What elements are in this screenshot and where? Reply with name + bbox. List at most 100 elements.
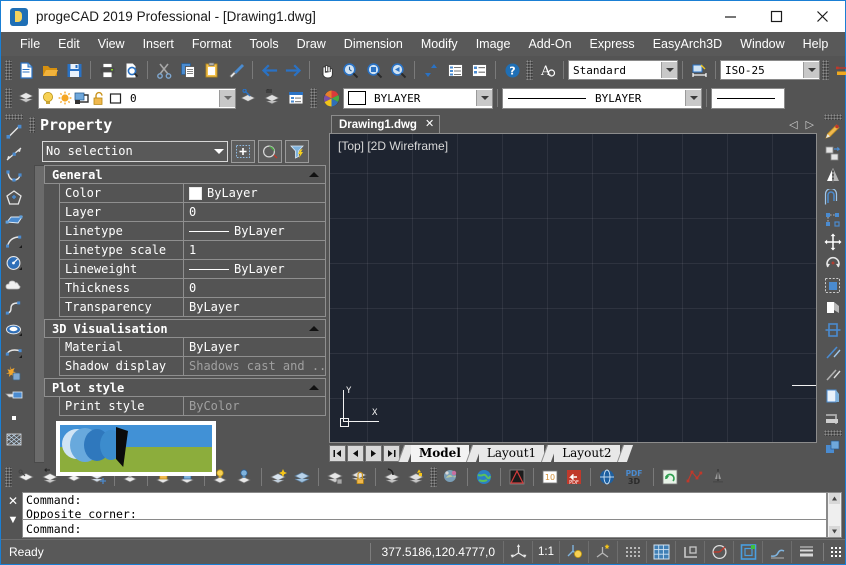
next-layout-icon[interactable] — [365, 444, 382, 462]
command-input[interactable]: Command: — [22, 520, 827, 538]
line-icon[interactable] — [3, 121, 25, 143]
sync-updown-icon[interactable] — [420, 59, 442, 81]
toolbar-grip[interactable] — [310, 88, 317, 108]
close-button[interactable] — [799, 1, 845, 32]
polygon-icon[interactable] — [3, 187, 25, 209]
make-object-layer-current-icon[interactable] — [237, 87, 259, 109]
copy-object-icon[interactable] — [822, 143, 844, 165]
toolbar-grip[interactable] — [430, 466, 437, 487]
polyline-edit-icon[interactable] — [683, 466, 705, 488]
select-objects-icon[interactable] — [258, 139, 282, 163]
zoom-previous-icon[interactable] — [387, 59, 409, 81]
menu-view[interactable]: View — [89, 34, 134, 54]
property-row-shadow-display[interactable]: Shadow display Shadows cast and ... — [59, 357, 326, 376]
hatch-icon[interactable] — [3, 429, 25, 451]
maximize-button[interactable] — [753, 1, 799, 32]
lineweight-combo[interactable] — [711, 87, 785, 109]
rotate-icon[interactable] — [822, 253, 844, 275]
color-combo[interactable]: BYLAYER — [343, 87, 493, 109]
properties-list-icon[interactable] — [444, 59, 466, 81]
help-question-icon[interactable]: ? — [501, 59, 523, 81]
menu-window[interactable]: Window — [731, 34, 793, 54]
scroll-down-icon[interactable] — [829, 526, 840, 537]
minimize-button[interactable] — [707, 1, 753, 32]
chamfer-icon[interactable] — [822, 385, 844, 407]
menu-help[interactable]: Help — [794, 34, 838, 54]
toolbar-grip[interactable] — [526, 60, 533, 80]
insert-block-icon[interactable] — [3, 363, 25, 385]
layer-unlock-icon[interactable] — [91, 91, 107, 106]
grid-icon[interactable] — [646, 541, 675, 563]
toolbar-grip[interactable] — [5, 60, 12, 80]
mirror-icon[interactable] — [822, 165, 844, 187]
array-icon[interactable] — [822, 209, 844, 231]
image-frame-icon[interactable]: 10 — [539, 466, 561, 488]
object-snap-icon[interactable] — [733, 541, 762, 563]
quick-select-icon[interactable] — [231, 139, 255, 163]
pick-filter-icon[interactable] — [285, 139, 309, 163]
lineweight-icon[interactable] — [791, 541, 820, 563]
measure-icon[interactable] — [707, 466, 729, 488]
layout-tab-model[interactable]: Model — [411, 444, 469, 462]
property-value[interactable]: ByLayer — [184, 184, 325, 202]
menu-format[interactable]: Format — [183, 34, 241, 54]
property-row-thickness[interactable]: Thickness 0 — [59, 279, 326, 298]
refresh-icon[interactable] — [659, 466, 681, 488]
undo-arrow-icon[interactable] — [258, 59, 280, 81]
point-icon[interactable] — [3, 407, 25, 429]
pdf3d-icon[interactable]: PDF 3D — [620, 466, 648, 488]
close-icon[interactable]: ✕ — [425, 119, 434, 130]
panel-grip[interactable] — [29, 117, 35, 133]
command-history[interactable]: Command: Opposite corner: — [22, 492, 827, 520]
pan-hand-icon[interactable] — [315, 59, 337, 81]
dim-style-combo[interactable]: ISO-25 — [720, 60, 820, 80]
scale-icon[interactable] — [822, 275, 844, 297]
chevron-down-icon[interactable] — [476, 90, 492, 106]
chevron-down-icon[interactable] — [685, 90, 701, 106]
match-properties-brush-icon[interactable] — [225, 59, 247, 81]
offset-icon[interactable] — [822, 187, 844, 209]
layer-match-icon[interactable] — [381, 466, 403, 488]
property-row-color[interactable]: Color ByLayer — [59, 184, 326, 203]
copy-icon[interactable] — [177, 59, 199, 81]
property-row-transparency[interactable]: Transparency ByLayer — [59, 298, 326, 317]
clip-image-icon[interactable] — [506, 466, 528, 488]
tab-prev-icon[interactable]: ◁ — [789, 120, 797, 131]
status-coordinates[interactable]: 377.5186,120.4777,0 — [374, 545, 503, 559]
linetype-combo[interactable]: BYLAYER — [502, 87, 702, 109]
layer-tools-icon[interactable] — [15, 466, 37, 488]
resize-grip-icon[interactable] — [830, 546, 842, 558]
arc-icon[interactable] — [3, 231, 25, 253]
dynamic-ucs-icon[interactable] — [588, 541, 617, 563]
toolbar-grip[interactable] — [5, 88, 12, 108]
toolbar-grip[interactable] — [822, 60, 829, 80]
print-preview-icon[interactable] — [120, 59, 142, 81]
toolbar-grip[interactable] — [4, 114, 23, 120]
close-icon[interactable]: ✕ — [8, 495, 18, 507]
layout-tab-layout1[interactable]: Layout1 — [478, 444, 545, 462]
ucs-icon[interactable] — [503, 541, 532, 563]
zoom-window-icon[interactable] — [363, 59, 385, 81]
layer-previous-icon[interactable] — [261, 87, 283, 109]
property-row-layer[interactable]: Layer 0 — [59, 203, 326, 222]
erase-icon[interactable] — [822, 121, 844, 143]
paste-icon[interactable] — [201, 59, 223, 81]
layer-current-vp-icon[interactable] — [74, 91, 90, 106]
elliptical-arc-icon[interactable] — [3, 341, 25, 363]
layout-tab-layout2[interactable]: Layout2 — [554, 444, 620, 462]
lightbulb-ucs-icon[interactable] — [559, 541, 588, 563]
first-layout-icon[interactable] — [329, 444, 346, 462]
menu-tools[interactable]: Tools — [240, 34, 287, 54]
chevron-down-icon[interactable]: ▼ — [8, 515, 19, 526]
menu-file[interactable]: File — [11, 34, 49, 54]
menu-add-on[interactable]: Add-On — [519, 34, 580, 54]
layer-delete-icon[interactable] — [291, 466, 313, 488]
layer-save-icon[interactable] — [348, 466, 370, 488]
collapse-triangle-icon[interactable] — [309, 385, 319, 390]
ellipse-icon[interactable] — [3, 319, 25, 341]
render-icon[interactable] — [440, 466, 462, 488]
layer-states-manager-icon[interactable] — [285, 87, 307, 109]
collapse-triangle-icon[interactable] — [309, 172, 319, 177]
menu-easyarch3d[interactable]: EasyArch3D — [644, 34, 731, 54]
layer-on-bulb-icon[interactable] — [40, 91, 56, 106]
